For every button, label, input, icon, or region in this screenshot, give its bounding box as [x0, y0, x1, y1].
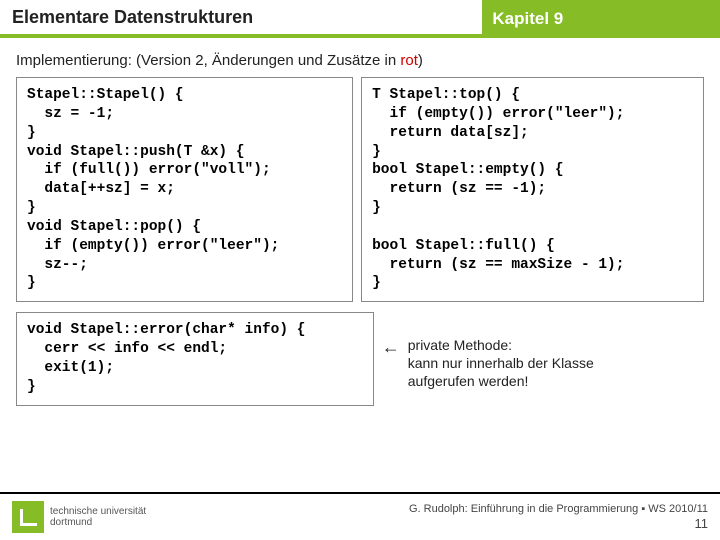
annotation-line1: private Methode: — [408, 336, 594, 354]
arrow-left-icon: ← — [382, 338, 400, 356]
annotation-line3: aufgerufen werden! — [408, 372, 594, 390]
annotation: ← private Methode: kann nur innerhalb de… — [382, 328, 704, 391]
subtitle: Implementierung: (Version 2, Änderungen … — [16, 52, 704, 69]
code-box-right: T Stapel::top() { if (empty()) error("le… — [361, 77, 704, 302]
uni-line2: dortmund — [50, 517, 146, 528]
chapter-label: Kapitel 9 — [482, 0, 720, 38]
university-name: technische universität dortmund — [50, 506, 146, 528]
subtitle-prefix: Implementierung: (Version 2, Änderungen … — [16, 52, 400, 69]
footer-credit: G. Rudolph: Einführung in die Programmie… — [409, 503, 708, 532]
subtitle-suffix: ) — [418, 52, 423, 69]
slide-footer: technische universität dortmund G. Rudol… — [0, 492, 720, 540]
uni-line1: technische universität — [50, 506, 146, 517]
slide-title: Elementare Datenstrukturen — [0, 0, 482, 38]
code-box-left: Stapel::Stapel() { sz = -1; } void Stape… — [16, 77, 353, 302]
code-row-top: Stapel::Stapel() { sz = -1; } void Stape… — [16, 77, 704, 302]
code-box-bottom: void Stapel::error(char* info) { cerr <<… — [16, 312, 374, 405]
credit-text: G. Rudolph: Einführung in die Programmie… — [409, 503, 708, 516]
page-number: 11 — [409, 516, 708, 532]
tu-logo-icon — [12, 501, 44, 533]
slide-content: Implementierung: (Version 2, Änderungen … — [0, 38, 720, 406]
annotation-line2: kann nur innerhalb der Klasse — [408, 354, 594, 372]
code-row-bottom: void Stapel::error(char* info) { cerr <<… — [16, 312, 704, 405]
annotation-text: private Methode: kann nur innerhalb der … — [408, 336, 594, 391]
slide-header: Elementare Datenstrukturen Kapitel 9 — [0, 0, 720, 38]
university-logo: technische universität dortmund — [12, 501, 146, 533]
subtitle-highlight: rot — [400, 52, 418, 69]
